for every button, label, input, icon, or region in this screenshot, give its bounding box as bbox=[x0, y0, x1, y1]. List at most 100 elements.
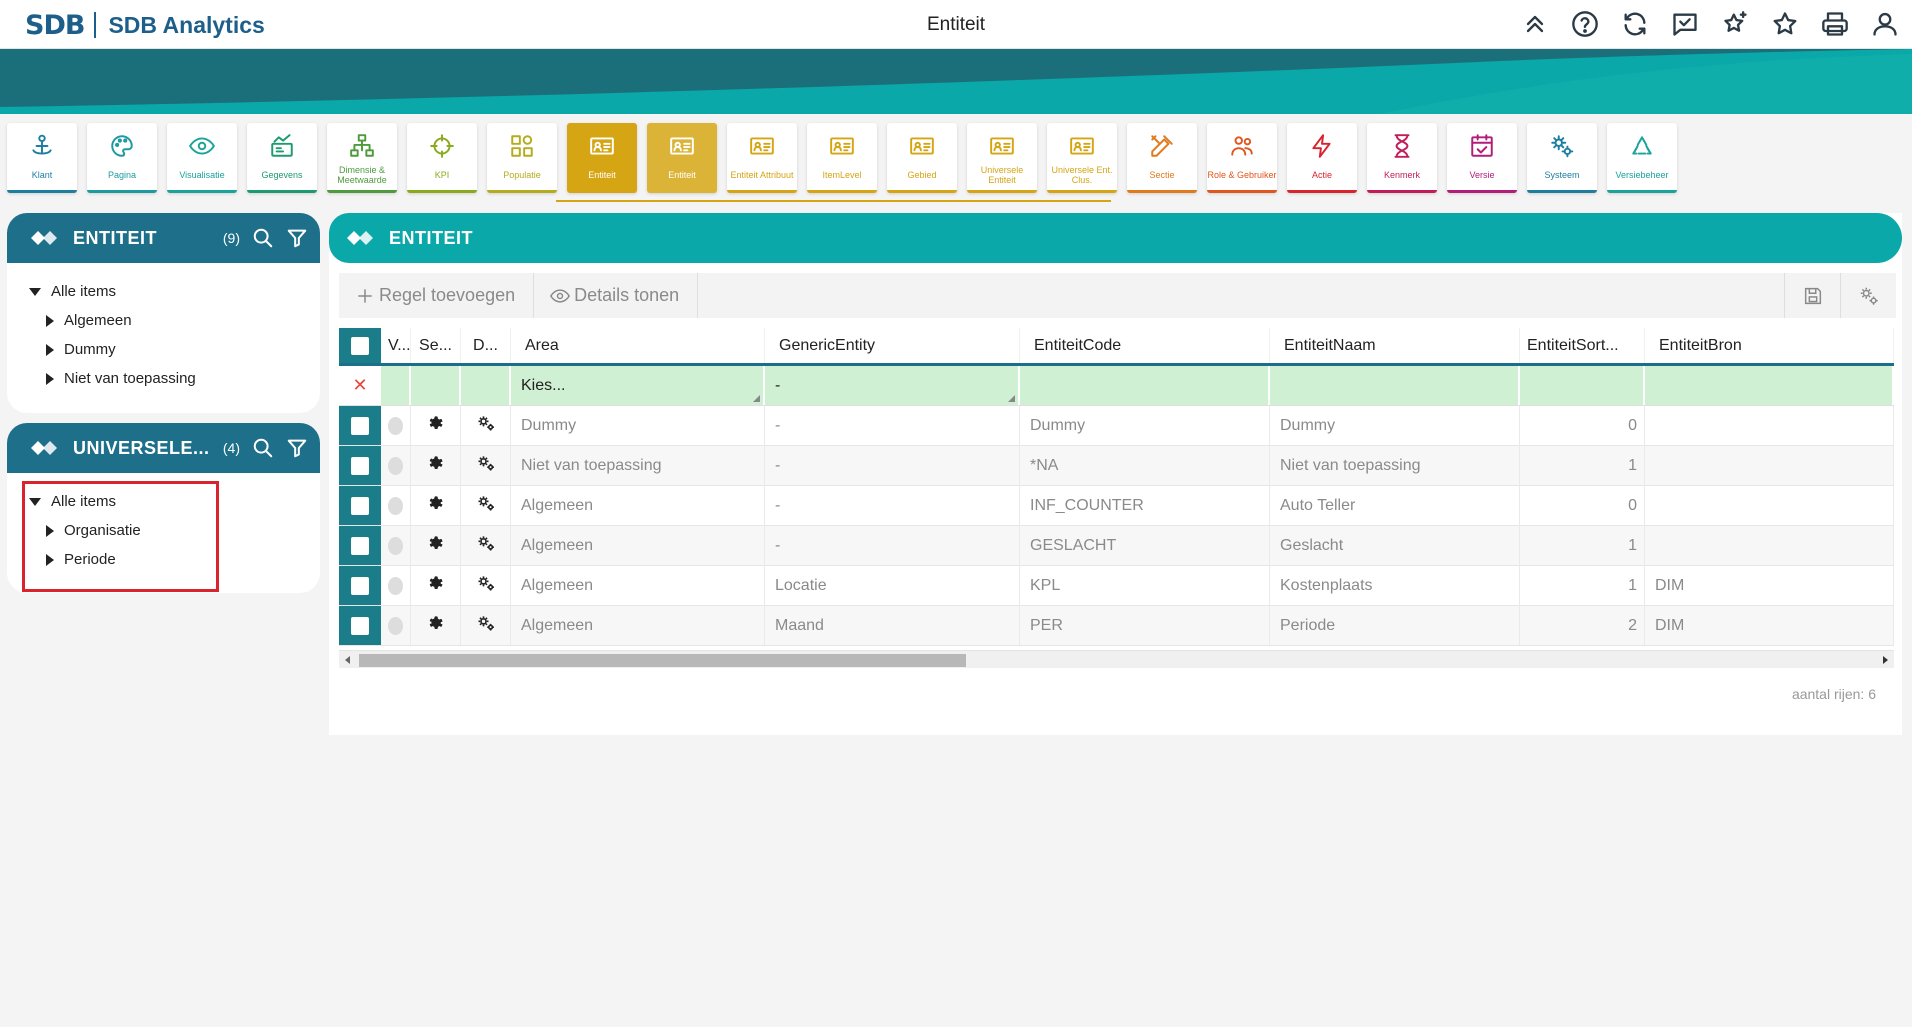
entiteitsort-cell[interactable]: 0 bbox=[1520, 406, 1645, 445]
filter-icon[interactable] bbox=[286, 437, 308, 459]
gear-icon[interactable] bbox=[426, 573, 446, 598]
gear-icon[interactable] bbox=[426, 493, 446, 518]
row-settings-button[interactable] bbox=[411, 606, 461, 645]
entiteitsort-cell[interactable]: 0 bbox=[1520, 486, 1645, 525]
module-versiebeheer[interactable]: Versiebeheer bbox=[1607, 123, 1677, 193]
save-button[interactable] bbox=[1784, 273, 1840, 318]
entiteitbron-cell[interactable]: DIM bbox=[1645, 606, 1894, 645]
entiteitcode-cell[interactable]: *NA bbox=[1020, 446, 1270, 485]
star-icon[interactable] bbox=[1770, 9, 1800, 39]
entiteitcode-cell[interactable]: INF_COUNTER bbox=[1020, 486, 1270, 525]
app-logo[interactable]: SDB SDB Analytics bbox=[25, 10, 265, 41]
scroll-right-icon[interactable] bbox=[1883, 656, 1888, 664]
filter-cell[interactable] bbox=[381, 366, 411, 405]
column-header-area[interactable]: Area bbox=[511, 328, 765, 363]
sparkle-star-icon[interactable] bbox=[1720, 9, 1750, 39]
column-header-d[interactable]: D... bbox=[461, 328, 511, 363]
area-filter-select[interactable]: Kies... bbox=[511, 366, 765, 405]
caret-right-icon[interactable] bbox=[46, 343, 54, 356]
caret-right-icon[interactable] bbox=[46, 314, 54, 327]
module-dimensie-meetwaarde[interactable]: Dimensie & Meetwaarde bbox=[327, 123, 397, 193]
genericentity-cell[interactable]: - bbox=[765, 406, 1020, 445]
column-header-genericentity[interactable]: GenericEntity bbox=[765, 328, 1020, 363]
entiteitnaam-cell[interactable]: Auto Teller bbox=[1270, 486, 1520, 525]
area-cell[interactable]: Niet van toepassing bbox=[511, 446, 765, 485]
entiteitbron-filter-input[interactable] bbox=[1645, 366, 1894, 405]
entiteitsort-filter-input[interactable] bbox=[1520, 366, 1645, 405]
tree-item-organisatie[interactable]: Organisatie bbox=[29, 516, 320, 545]
entiteitcode-cell[interactable]: KPL bbox=[1020, 566, 1270, 605]
column-header-entiteitnaam[interactable]: EntiteitNaam bbox=[1270, 328, 1520, 363]
tree-item-niet-van-toepassing[interactable]: Niet van toepassing bbox=[29, 364, 320, 393]
row-details-button[interactable] bbox=[461, 606, 511, 645]
column-header-se[interactable]: Se... bbox=[411, 328, 461, 363]
gears-icon[interactable] bbox=[476, 533, 496, 558]
horizontal-scrollbar[interactable] bbox=[339, 650, 1894, 668]
resize-handle-icon[interactable] bbox=[753, 395, 760, 402]
caret-down-icon[interactable] bbox=[29, 287, 41, 296]
module-populatie[interactable]: Populatie bbox=[487, 123, 557, 193]
entiteitnaam-cell[interactable]: Niet van toepassing bbox=[1270, 446, 1520, 485]
gears-icon[interactable] bbox=[476, 573, 496, 598]
genericentity-cell[interactable]: - bbox=[765, 486, 1020, 525]
show-details-button[interactable]: Details tonen bbox=[534, 273, 699, 318]
entiteitbron-cell[interactable] bbox=[1645, 406, 1894, 445]
table-row[interactable]: Algemeen - GESLACHT Geslacht 1 bbox=[339, 526, 1894, 566]
column-header-entiteitsort[interactable]: EntiteitSort... bbox=[1520, 328, 1645, 363]
search-icon[interactable] bbox=[252, 437, 274, 459]
add-row-button[interactable]: Regel toevoegen bbox=[339, 273, 535, 318]
chat-check-icon[interactable] bbox=[1670, 9, 1700, 39]
column-header-entiteitcode[interactable]: EntiteitCode bbox=[1020, 328, 1270, 363]
module-systeem[interactable]: Systeem bbox=[1527, 123, 1597, 193]
module-kenmerk[interactable]: Kenmerk bbox=[1367, 123, 1437, 193]
filter-cell[interactable] bbox=[411, 366, 461, 405]
row-settings-button[interactable] bbox=[411, 566, 461, 605]
module-versie[interactable]: Versie bbox=[1447, 123, 1517, 193]
close-icon[interactable]: ✕ bbox=[352, 375, 367, 396]
tree-item-algemeen[interactable]: Algemeen bbox=[29, 306, 320, 335]
row-select-cell[interactable] bbox=[339, 486, 381, 525]
entiteitsort-cell[interactable]: 1 bbox=[1520, 446, 1645, 485]
caret-down-icon[interactable] bbox=[29, 497, 41, 506]
entiteitcode-filter-input[interactable] bbox=[1020, 366, 1270, 405]
filter-cell[interactable] bbox=[461, 366, 511, 405]
row-settings-button[interactable] bbox=[411, 446, 461, 485]
module-pagina[interactable]: Pagina bbox=[87, 123, 157, 193]
module-role-gebruiker[interactable]: Role & Gebruiker bbox=[1207, 123, 1277, 193]
module-gegevens[interactable]: Gegevens bbox=[247, 123, 317, 193]
refresh-icon[interactable] bbox=[1620, 9, 1650, 39]
row-select-cell[interactable] bbox=[339, 446, 381, 485]
entiteitnaam-filter-input[interactable] bbox=[1270, 366, 1520, 405]
row-details-button[interactable] bbox=[461, 446, 511, 485]
entiteitnaam-cell[interactable]: Periode bbox=[1270, 606, 1520, 645]
row-settings-button[interactable] bbox=[411, 486, 461, 525]
entiteitsort-cell[interactable]: 2 bbox=[1520, 606, 1645, 645]
module-entiteit-attribuut[interactable]: Entiteit Attribuut bbox=[727, 123, 797, 193]
row-details-button[interactable] bbox=[461, 486, 511, 525]
gear-icon[interactable] bbox=[426, 453, 446, 478]
gears-icon[interactable] bbox=[476, 413, 496, 438]
row-details-button[interactable] bbox=[461, 526, 511, 565]
table-row[interactable]: Algemeen Maand PER Periode 2 DIM bbox=[339, 606, 1894, 646]
gears-icon[interactable] bbox=[476, 493, 496, 518]
row-select-cell[interactable] bbox=[339, 566, 381, 605]
column-header-entiteitbron[interactable]: EntiteitBron bbox=[1645, 328, 1894, 363]
genericentity-cell[interactable]: - bbox=[765, 526, 1020, 565]
module-entiteit[interactable]: Entiteit bbox=[567, 123, 637, 193]
entiteitnaam-cell[interactable]: Dummy bbox=[1270, 406, 1520, 445]
entiteitsort-cell[interactable]: 1 bbox=[1520, 566, 1645, 605]
chevrons-up-icon[interactable] bbox=[1520, 9, 1550, 39]
genericentity-filter-select[interactable]: - bbox=[765, 366, 1020, 405]
clear-filter-cell[interactable]: ✕ bbox=[339, 366, 381, 405]
row-details-button[interactable] bbox=[461, 566, 511, 605]
row-select-cell[interactable] bbox=[339, 526, 381, 565]
module-entiteit[interactable]: Entiteit bbox=[647, 123, 717, 193]
tree-item-dummy[interactable]: Dummy bbox=[29, 335, 320, 364]
module-sectie[interactable]: Sectie bbox=[1127, 123, 1197, 193]
resize-handle-icon[interactable] bbox=[1008, 395, 1015, 402]
module-visualisatie[interactable]: Visualisatie bbox=[167, 123, 237, 193]
select-all-checkbox[interactable] bbox=[351, 336, 369, 355]
gear-icon[interactable] bbox=[426, 413, 446, 438]
row-details-button[interactable] bbox=[461, 406, 511, 445]
row-checkbox[interactable] bbox=[351, 576, 369, 595]
